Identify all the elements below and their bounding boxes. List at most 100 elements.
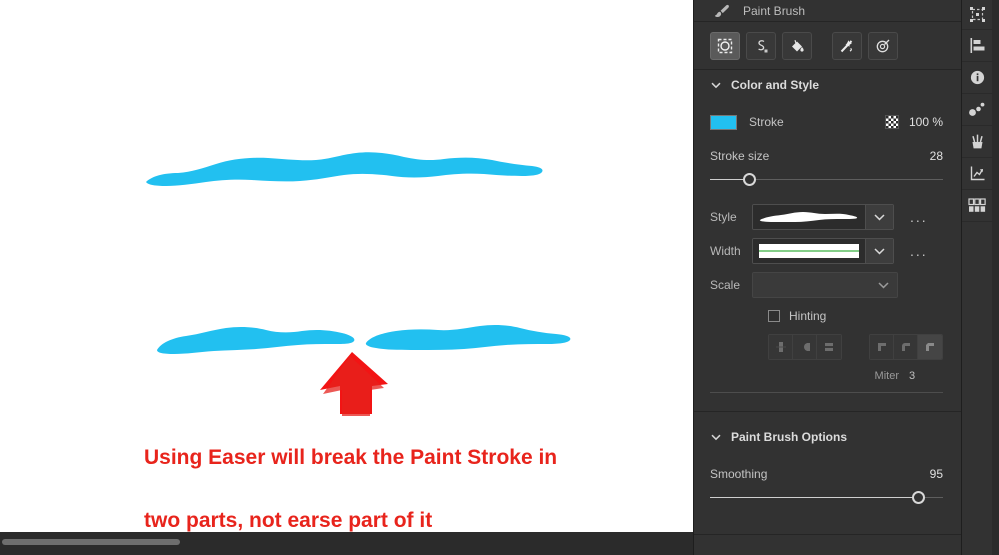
graph-arrow-icon: [970, 166, 984, 181]
scale-row: Scale: [710, 268, 943, 302]
canvas-hscrollbar[interactable]: [2, 539, 180, 545]
smoothing-row: Smoothing 95: [710, 462, 943, 486]
style-preview: [753, 205, 865, 229]
hinting-row[interactable]: Hinting: [710, 302, 943, 330]
width-profile-preview: [759, 244, 859, 258]
rail-pathfinder[interactable]: [961, 94, 993, 126]
cap-join-row: [710, 330, 943, 364]
smoothing-slider[interactable]: [710, 486, 943, 512]
color-and-style-title: Color and Style: [731, 78, 820, 92]
round-cap-button[interactable]: [793, 335, 818, 359]
rail-info[interactable]: [961, 62, 993, 94]
scale-dropdown-arrow[interactable]: [869, 273, 897, 297]
rail-brushes[interactable]: [961, 126, 993, 158]
projecting-cap-button[interactable]: [817, 335, 841, 359]
color-and-style-header[interactable]: Color and Style: [694, 70, 961, 100]
magic-wand-icon: [840, 39, 853, 52]
target-button[interactable]: [868, 31, 898, 60]
scale-value: [753, 273, 869, 297]
color-and-style-body: Stroke 100 % Stroke size 28 Style ... Wi…: [694, 108, 961, 393]
s-path-icon: [758, 39, 768, 52]
paint-bucket-icon: [792, 39, 804, 52]
round-join-button[interactable]: [894, 335, 919, 359]
paint-brush-icon: [714, 4, 729, 17]
paint-brush-options-title: Paint Brush Options: [731, 430, 848, 444]
miter-join-icon: [877, 343, 886, 351]
paint-brush-options-header[interactable]: Paint Brush Options: [694, 422, 961, 452]
hinting-checkbox[interactable]: [768, 310, 780, 322]
transform-icon: [969, 7, 985, 22]
style-options-menu[interactable]: ...: [910, 210, 928, 224]
canvas-area[interactable]: Using Easer will break the Paint Stroke …: [0, 0, 693, 555]
appearance-button[interactable]: [710, 31, 740, 60]
join-button-group: [869, 334, 943, 360]
style-label: Style: [710, 210, 737, 224]
width-row: Width ...: [710, 234, 943, 268]
align-icon: [970, 38, 984, 53]
appearance-tool-row: [694, 22, 961, 70]
smoothing-label: Smoothing: [710, 467, 768, 481]
scale-dropdown[interactable]: [752, 272, 898, 298]
style-row: Style ...: [710, 200, 943, 234]
appearance-icon: [717, 38, 733, 53]
smoothing-value[interactable]: 95: [930, 467, 943, 481]
width-dropdown[interactable]: [752, 238, 894, 264]
rail-transform[interactable]: [961, 0, 993, 30]
projecting-cap-icon: [825, 343, 834, 351]
stroke-size-knob[interactable]: [743, 173, 756, 186]
chevron-down-icon: [874, 248, 885, 255]
butt-cap-button[interactable]: [769, 335, 794, 359]
bevel-join-button[interactable]: [918, 335, 942, 359]
miter-join-button[interactable]: [870, 335, 895, 359]
info-icon: [970, 70, 984, 85]
fill-bucket-button[interactable]: [782, 31, 812, 60]
annotation-line-1: Using Easer will break the Paint Stroke …: [144, 446, 557, 469]
target-icon: [876, 39, 890, 52]
panel-bottom-divider: [694, 534, 961, 535]
width-options-menu[interactable]: ...: [910, 244, 928, 258]
width-dropdown-arrow[interactable]: [865, 239, 893, 263]
stroke-color-swatch[interactable]: [710, 114, 737, 130]
stroke-size-slider[interactable]: [710, 168, 943, 194]
panel-header-title: Paint Brush: [743, 3, 806, 18]
scale-label: Scale: [710, 278, 741, 292]
round-join-icon: [901, 343, 910, 351]
smoothing-fill: [710, 497, 918, 498]
bevel-join-icon: [926, 343, 935, 351]
calligraphic-brush-preview: [759, 212, 858, 222]
miter-row: Miter 3: [710, 364, 943, 388]
effects-button[interactable]: [832, 31, 862, 60]
chevron-down-icon: [711, 82, 721, 89]
chevron-down-icon: [877, 282, 889, 289]
style-dropdown-arrow[interactable]: [865, 205, 893, 229]
paint-stroke-bottom-left[interactable]: [157, 326, 355, 354]
rail-align[interactable]: [961, 30, 993, 62]
rail-libraries[interactable]: [961, 190, 993, 222]
miter-underline: [710, 392, 943, 393]
stroke-label: Stroke: [749, 115, 784, 129]
artwork-layer: Using Easer will break the Paint Stroke …: [144, 152, 571, 532]
stroke-size-row: Stroke size 28: [710, 144, 943, 168]
panel-icon-rail: [961, 0, 993, 555]
paint-stroke-bottom-right[interactable]: [365, 324, 571, 350]
hinting-label: Hinting: [789, 309, 827, 323]
transparency-checker-icon[interactable]: [884, 115, 899, 129]
style-dropdown[interactable]: [752, 204, 894, 230]
paint-stroke-top[interactable]: [146, 152, 543, 186]
smoothing-knob[interactable]: [912, 491, 925, 504]
libraries-grid-icon: [968, 198, 986, 212]
stroke-opacity-value[interactable]: 100 %: [909, 115, 943, 129]
chevron-down-icon: [874, 214, 885, 221]
artboard[interactable]: Using Easer will break the Paint Stroke …: [0, 0, 693, 532]
cap-button-group: [768, 334, 842, 360]
width-preview: [753, 239, 865, 263]
red-arrow: [320, 352, 388, 416]
annotation-line-2: two parts, not earse part of it: [144, 509, 432, 532]
stroke-path-button[interactable]: [746, 31, 776, 60]
stroke-size-value[interactable]: 28: [930, 149, 943, 163]
width-label: Width: [710, 244, 741, 258]
miter-value[interactable]: 3: [909, 370, 923, 382]
stroke-row: Stroke 100 %: [710, 108, 943, 136]
pathfinder-dots-icon: [969, 102, 985, 116]
rail-graph[interactable]: [961, 158, 993, 190]
